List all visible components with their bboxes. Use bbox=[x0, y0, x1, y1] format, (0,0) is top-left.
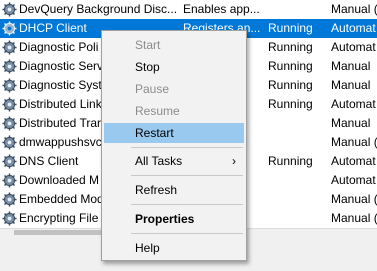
menu-item-properties[interactable]: Properties bbox=[104, 209, 244, 229]
service-status: Running bbox=[268, 154, 313, 168]
service-name: DevQuery Background Disc... bbox=[19, 2, 178, 16]
gear-icon bbox=[1, 209, 17, 228]
service-startup-type: Automat bbox=[331, 173, 376, 187]
gear-icon bbox=[1, 171, 17, 190]
service-startup-type: Manual bbox=[331, 59, 371, 73]
gear-icon bbox=[1, 95, 17, 114]
context-menu: Start Stop Pause Resume Restart All Task… bbox=[101, 30, 247, 261]
menu-separator bbox=[131, 147, 243, 148]
gear-icon bbox=[1, 133, 17, 152]
service-startup-type: Automat bbox=[331, 21, 376, 35]
service-status: Running bbox=[268, 21, 313, 35]
gear-icon bbox=[1, 190, 17, 209]
menu-separator bbox=[131, 175, 243, 176]
service-startup-type: Manual ( bbox=[331, 192, 377, 206]
gear-icon bbox=[1, 57, 17, 76]
menu-separator bbox=[131, 233, 243, 234]
gear-icon bbox=[1, 76, 17, 95]
service-status: Running bbox=[268, 97, 313, 111]
menu-item-restart[interactable]: Restart bbox=[104, 123, 244, 143]
service-status: Running bbox=[268, 78, 313, 92]
gear-icon bbox=[1, 0, 17, 19]
service-startup-type: Manual bbox=[331, 78, 371, 92]
menu-item-all-tasks[interactable]: All Tasks › bbox=[104, 151, 244, 171]
service-startup-type: Automat bbox=[331, 97, 376, 111]
service-description: Enables app... bbox=[183, 2, 260, 16]
gear-icon bbox=[1, 38, 17, 57]
service-startup-type: Manual ( bbox=[331, 211, 377, 225]
chevron-right-icon: › bbox=[232, 154, 236, 168]
menu-separator bbox=[131, 204, 243, 205]
menu-item-label: All Tasks bbox=[135, 154, 183, 168]
service-startup-type: Automat bbox=[331, 154, 376, 168]
menu-item-resume: Resume bbox=[135, 104, 180, 118]
service-startup-type: Manual ( bbox=[331, 2, 377, 16]
menu-item-help[interactable]: Help bbox=[104, 238, 244, 258]
service-startup-type: Automat bbox=[331, 40, 376, 54]
gear-icon bbox=[1, 114, 17, 133]
gear-icon bbox=[1, 152, 17, 171]
service-row[interactable]: DevQuery Background Disc... Enables app.… bbox=[0, 0, 377, 19]
menu-item-refresh[interactable]: Refresh bbox=[104, 180, 244, 200]
service-status: Running bbox=[268, 59, 313, 73]
menu-item-start: Start bbox=[135, 38, 161, 52]
service-status: Running bbox=[268, 40, 313, 54]
menu-item-stop[interactable]: Stop bbox=[104, 57, 244, 77]
menu-item-pause: Pause bbox=[135, 82, 170, 96]
gear-icon bbox=[1, 19, 17, 38]
service-startup-type: Manual bbox=[331, 116, 371, 130]
service-startup-type: Manual ( bbox=[331, 135, 377, 149]
